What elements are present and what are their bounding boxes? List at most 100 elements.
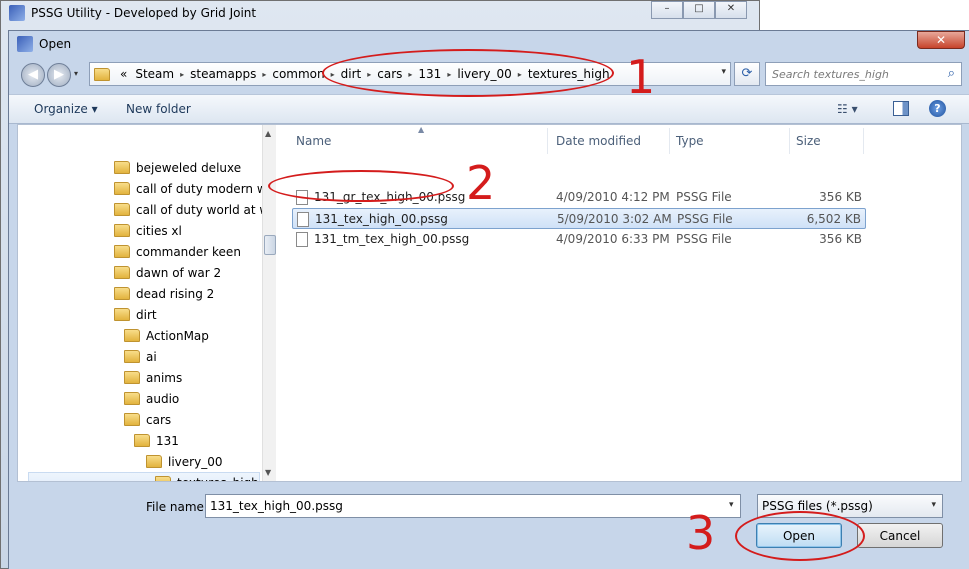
breadcrumb-overflow[interactable]: « [116,67,131,81]
minimize-button[interactable]: – [651,1,683,19]
breadcrumb-livery-00[interactable]: livery_00 [453,67,515,81]
tree-item[interactable]: audio [124,388,179,409]
new-folder-button[interactable]: New folder [126,102,191,116]
annotation-step-1: 1 [626,50,656,104]
tree-item[interactable]: ActionMap [124,325,209,346]
folder-icon [146,455,162,468]
tree-item[interactable]: anims [124,367,182,388]
breadcrumb-separator-icon[interactable]: ▸ [445,70,453,79]
folder-icon [114,224,130,237]
navigation-bar: ◀ ▶ ▾ « Steam ▸ steamapps ▸ common ▸ dir… [17,61,962,89]
file-row[interactable]: 131_tm_tex_high_00.pssg 4/09/2010 6:33 PM… [292,229,866,250]
breadcrumb-separator-icon[interactable]: ▸ [260,70,268,79]
cancel-button[interactable]: Cancel [857,523,943,548]
tree-item-label: bejeweled deluxe [136,160,242,175]
tree-scrollbar[interactable]: ▲ ▼ [262,125,276,481]
tree-item[interactable]: dirt [114,304,157,325]
recent-locations-dropdown[interactable]: ▾ [74,69,78,78]
tree-item-label: commander keen [136,244,241,259]
breadcrumb-131[interactable]: 131 [414,67,445,81]
navigation-tree: bejeweled deluxe call of duty modern wa ca… [18,125,276,481]
file-name-cell: 131_tex_high_00.pssg [315,212,448,226]
file-size-cell: 356 KB [819,232,862,246]
background-window-title-text: PSSG Utility - Developed by Grid Joint [31,6,257,20]
folder-icon [155,476,171,481]
tree-item[interactable]: dead rising 2 [114,283,214,304]
tree-item-label: ActionMap [146,328,209,343]
close-button[interactable]: ✕ [715,1,747,19]
dialog-close-button[interactable]: ✕ [917,31,965,49]
tree-item-label: audio [146,391,180,406]
breadcrumb-steamapps[interactable]: steamapps [186,67,260,81]
breadcrumb-separator-icon[interactable]: ▸ [329,70,337,79]
breadcrumb-cars[interactable]: cars [373,67,406,81]
file-type-value: PSSG files (*.pssg) [762,499,873,513]
breadcrumb-separator-icon[interactable]: ▸ [365,70,373,79]
breadcrumb-separator-icon[interactable]: ▸ [516,70,524,79]
folder-icon [134,434,150,447]
change-view-button[interactable]: ☷ ▾ [837,102,858,116]
search-input[interactable] [766,63,936,85]
file-row[interactable]: 131_tex_high_00.pssg 5/09/2010 3:02 AM PSS… [292,208,866,229]
file-row[interactable]: 131_gr_tex_high_00.pssg 4/09/2010 4:12 PM… [292,187,866,208]
tree-item[interactable]: call of duty modern wa [114,178,274,199]
refresh-button[interactable]: ⟳ [734,62,760,86]
breadcrumb-separator-icon[interactable]: ▸ [406,70,414,79]
command-toolbar: Organize ▾ New folder ☷ ▾ ? [9,94,969,124]
column-header-date-modified[interactable]: Date modified [550,128,670,154]
organize-button[interactable]: Organize ▾ [34,102,98,116]
chevron-down-icon[interactable]: ▾ [931,500,936,510]
folder-icon [124,371,140,384]
search-icon[interactable]: ⌕ [948,66,955,81]
scroll-up-icon[interactable]: ▲ [265,129,271,138]
file-date-cell: 4/09/2010 4:12 PM [556,190,670,204]
column-header-type[interactable]: Type [670,128,790,154]
breadcrumb-steam[interactable]: Steam [131,67,178,81]
file-icon [296,232,308,247]
file-size-cell: 356 KB [819,190,862,204]
file-name-input[interactable] [205,494,741,518]
column-header-size[interactable]: Size [790,128,864,154]
file-type-cell: PSSG File [676,232,732,246]
column-header-name[interactable]: Name [290,128,548,154]
open-button[interactable]: Open [756,523,842,548]
forward-button[interactable]: ▶ [47,63,71,87]
maximize-button[interactable]: □ [683,1,715,19]
tree-item[interactable]: livery_00 [146,451,222,472]
tree-item[interactable]: dawn of war 2 [114,262,221,283]
tree-item[interactable]: call of duty world at wa [114,199,276,220]
open-dialog: Open ✕ ◀ ▶ ▾ « Steam ▸ steamapps ▸ commo… [8,30,969,569]
tree-item-label: dawn of war 2 [136,265,222,280]
breadcrumb-separator-icon[interactable]: ▸ [178,70,186,79]
file-list: ▲ Name Date modified Type Size 131_gr_te… [278,125,962,481]
scroll-thumb[interactable] [264,235,276,255]
help-icon[interactable]: ? [929,100,946,117]
search-box: ⌕ [765,62,962,86]
folder-icon [124,392,140,405]
tree-item[interactable]: cities xl [114,220,182,241]
preview-pane-icon[interactable] [893,101,909,116]
tree-item[interactable]: 131 [134,430,179,451]
file-name-cell: 131_gr_tex_high_00.pssg [314,190,466,204]
back-button[interactable]: ◀ [21,63,45,87]
address-dropdown-icon[interactable]: ▾ [721,67,726,77]
tree-item[interactable]: cars [124,409,171,430]
folder-icon [124,350,140,363]
folder-icon [94,67,110,81]
breadcrumb-dirt[interactable]: dirt [337,67,366,81]
background-window-controls: – □ ✕ [651,1,747,19]
breadcrumb-common[interactable]: common [268,67,328,81]
file-type-select[interactable]: PSSG files (*.pssg) ▾ [757,494,943,518]
file-type-cell: PSSG File [677,212,733,226]
folder-icon [124,413,140,426]
tree-item[interactable]: textures_high [28,472,260,481]
tree-item-label: livery_00 [168,454,223,469]
tree-item[interactable]: commander keen [114,241,241,262]
folder-icon [114,161,130,174]
scroll-down-icon[interactable]: ▼ [265,468,271,477]
file-name-dropdown-icon[interactable]: ▾ [729,500,734,510]
breadcrumb-textures-high[interactable]: textures_high [524,67,614,81]
tree-item[interactable]: ai [124,346,157,367]
tree-item[interactable]: bejeweled deluxe [114,157,241,178]
file-type-cell: PSSG File [676,190,732,204]
